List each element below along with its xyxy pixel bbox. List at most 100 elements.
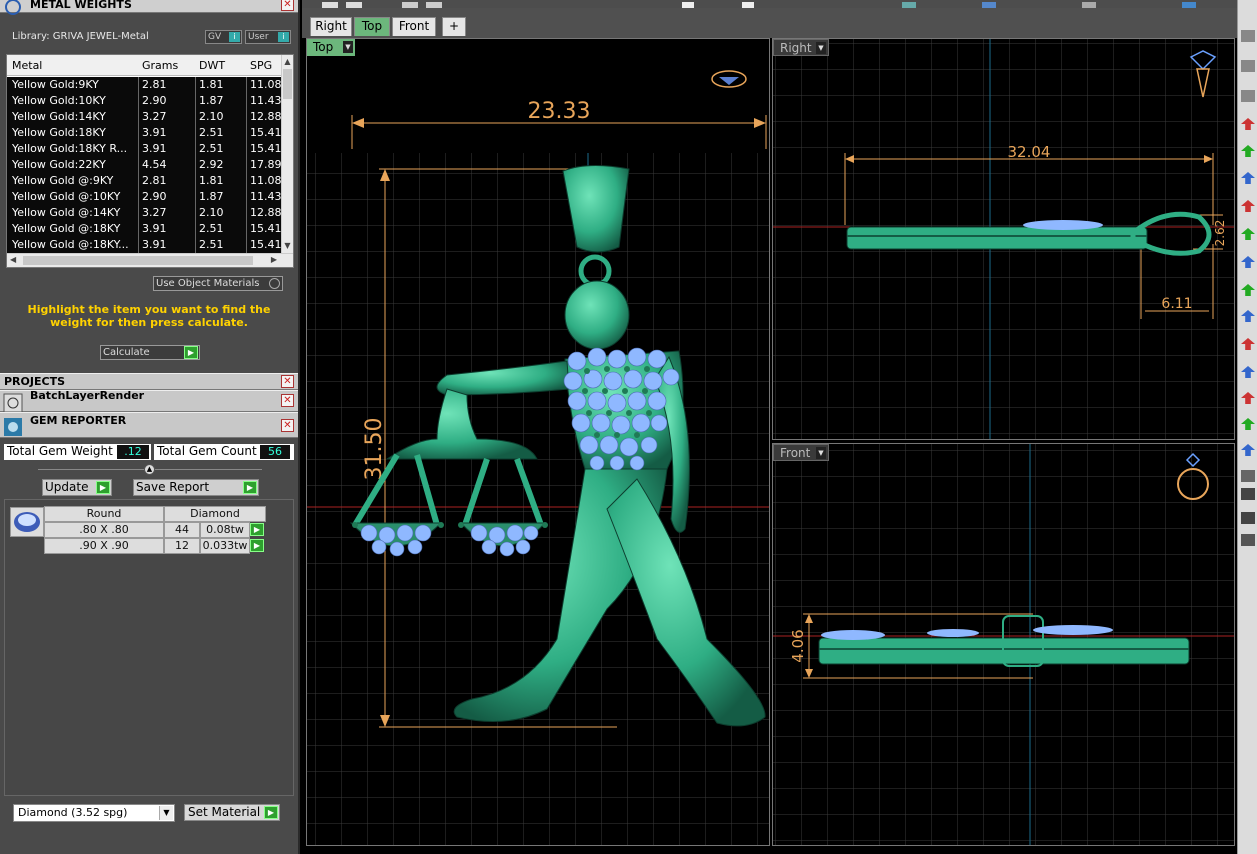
bulb-icon[interactable] bbox=[1241, 60, 1255, 72]
table-row[interactable]: Yellow Gold:14KY 3.27 2.10 12.88 bbox=[7, 109, 283, 125]
ring-icon bbox=[5, 0, 21, 15]
height-dimension-label: 31.50 bbox=[362, 418, 387, 481]
scroll-thumb[interactable] bbox=[283, 69, 292, 99]
green-arrow-icon[interactable] bbox=[1241, 418, 1255, 430]
info-icon: i bbox=[229, 32, 240, 42]
col-spg[interactable]: SPG bbox=[250, 59, 272, 72]
blue-arrow-icon[interactable] bbox=[1241, 172, 1255, 184]
green-arrow-icon[interactable] bbox=[1241, 145, 1255, 157]
vertical-scrollbar[interactable]: ▲ ▼ bbox=[281, 55, 293, 253]
tab-top[interactable]: Top bbox=[354, 17, 390, 36]
line-icon[interactable] bbox=[1241, 470, 1255, 482]
horizontal-scrollbar[interactable]: ◀ ▶ bbox=[7, 253, 293, 267]
pen-icon[interactable] bbox=[1241, 512, 1255, 524]
col-dwt[interactable]: DWT bbox=[199, 59, 225, 72]
select-gems-button[interactable]: ▶ bbox=[250, 523, 264, 536]
column-divider bbox=[195, 157, 196, 173]
column-divider bbox=[195, 109, 196, 125]
top-view-canvas[interactable]: 23.33 31.50 bbox=[307, 39, 770, 846]
render-icon bbox=[3, 393, 23, 413]
search-icon[interactable] bbox=[1241, 30, 1255, 42]
top-viewport[interactable]: 23.33 31.50 Top ▼ bbox=[306, 38, 770, 846]
grid bbox=[307, 153, 769, 845]
close-icon[interactable]: ✕ bbox=[281, 394, 294, 407]
table-row[interactable]: Yellow Gold @:18KY... 3.91 2.51 15.41 bbox=[7, 237, 283, 253]
column-divider bbox=[195, 173, 196, 189]
blue-arrow-icon[interactable] bbox=[1241, 310, 1255, 322]
tab-front[interactable]: Front bbox=[392, 17, 436, 36]
height-dimension-label: 4.06 bbox=[789, 629, 807, 662]
material-select[interactable]: Diamond (3.52 spg) ▼ bbox=[13, 804, 175, 822]
chevron-down-icon[interactable]: ▼ bbox=[816, 447, 826, 459]
table-row[interactable]: Yellow Gold @:9KY 2.81 1.81 11.08 bbox=[7, 173, 283, 189]
use-object-materials-checkbox[interactable]: Use Object Materials bbox=[153, 276, 283, 291]
main-toolbar bbox=[302, 0, 1237, 8]
select-gems-button[interactable]: ▶ bbox=[250, 539, 264, 552]
metal-table[interactable]: Metal Grams DWT SPG Yellow Gold:9KY 2.81 1… bbox=[6, 54, 294, 268]
set-material-button[interactable]: Set Material ▶ bbox=[184, 804, 280, 821]
wand-icon[interactable] bbox=[1241, 488, 1255, 500]
blue-arrow-icon[interactable] bbox=[1241, 256, 1255, 268]
chevron-down-icon: ▼ bbox=[159, 806, 173, 820]
close-icon[interactable]: ✕ bbox=[281, 375, 294, 388]
red-arrow-icon[interactable] bbox=[1241, 118, 1255, 130]
column-divider bbox=[246, 77, 247, 93]
thickness-dimension-label: 2.62 bbox=[1213, 220, 1227, 247]
projects-title-bar: PROJECTS ✕ bbox=[0, 373, 298, 390]
front-viewport[interactable]: 4.06 Front ▼ bbox=[772, 443, 1235, 846]
top-view-label[interactable]: Top ▼ bbox=[307, 39, 355, 56]
blue-arrow-icon[interactable] bbox=[1241, 366, 1255, 378]
tab-right[interactable]: Right bbox=[310, 17, 352, 36]
red-arrow-icon[interactable] bbox=[1241, 200, 1255, 212]
green-arrow-icon[interactable] bbox=[1241, 228, 1255, 240]
user-label: User bbox=[248, 32, 269, 42]
hand-icon[interactable] bbox=[1241, 534, 1255, 546]
table-row[interactable]: Yellow Gold:18KY 3.91 2.51 15.41 bbox=[7, 125, 283, 141]
gem-reporter-title: GEM REPORTER bbox=[30, 414, 127, 427]
scroll-left-icon[interactable]: ◀ bbox=[10, 255, 16, 264]
right-viewport[interactable]: 32.04 6.11 2.62 Right ▼ bbox=[772, 38, 1235, 440]
cell-grams: 3.91 bbox=[142, 126, 167, 139]
cell-grams: 3.27 bbox=[142, 206, 167, 219]
round-gem-thumbnail bbox=[10, 507, 44, 537]
material-select-value: Diamond (3.52 spg) bbox=[18, 806, 128, 819]
green-arrow-icon[interactable] bbox=[1241, 284, 1255, 296]
total-gem-count-value: 56 bbox=[260, 445, 290, 459]
column-divider bbox=[246, 157, 247, 173]
blue-arrow-icon[interactable] bbox=[1241, 444, 1255, 456]
right-view-label[interactable]: Right ▼ bbox=[773, 39, 829, 56]
scroll-down-icon[interactable]: ▼ bbox=[283, 241, 292, 251]
close-icon[interactable]: ✕ bbox=[281, 419, 294, 432]
cell-metal-name: Yellow Gold:18KY R... bbox=[12, 142, 128, 155]
sphere-icon[interactable] bbox=[1241, 90, 1255, 102]
table-row[interactable]: Yellow Gold:18KY R... 3.91 2.51 15.41 bbox=[7, 141, 283, 157]
scroll-right-icon[interactable]: ▶ bbox=[271, 255, 277, 264]
table-row[interactable]: Yellow Gold @:18KY 3.91 2.51 15.41 bbox=[7, 221, 283, 237]
update-button[interactable]: Update ▶ bbox=[42, 479, 112, 496]
scroll-up-icon[interactable]: ▲ bbox=[283, 57, 292, 67]
gv-toggle[interactable]: GV i bbox=[205, 30, 242, 44]
close-icon[interactable]: ✕ bbox=[281, 0, 294, 11]
table-row[interactable]: Yellow Gold:22KY 4.54 2.92 17.89 bbox=[7, 157, 283, 173]
hscroll-thumb[interactable] bbox=[23, 256, 253, 265]
red-arrow-icon[interactable] bbox=[1241, 392, 1255, 404]
chevron-down-icon[interactable]: ▼ bbox=[816, 42, 826, 54]
table-row[interactable]: Yellow Gold:10KY 2.90 1.87 11.43 bbox=[7, 93, 283, 109]
column-divider bbox=[138, 157, 139, 173]
user-toggle[interactable]: User i bbox=[245, 30, 291, 44]
cell-metal-name: Yellow Gold @:18KY bbox=[12, 222, 121, 235]
col-grams[interactable]: Grams bbox=[142, 59, 178, 72]
chevron-down-icon[interactable]: ▼ bbox=[343, 41, 353, 53]
cell-dwt: 2.92 bbox=[199, 158, 224, 171]
red-arrow-icon[interactable] bbox=[1241, 338, 1255, 350]
play-icon: ▶ bbox=[184, 346, 198, 359]
table-row[interactable]: Yellow Gold:9KY 2.81 1.81 11.08 bbox=[7, 77, 283, 93]
table-row[interactable]: Yellow Gold @:10KY 2.90 1.87 11.43 bbox=[7, 189, 283, 205]
save-report-button[interactable]: Save Report ▶ bbox=[133, 479, 259, 496]
collapse-icon[interactable]: ▲ bbox=[144, 464, 155, 475]
front-view-label[interactable]: Front ▼ bbox=[773, 444, 829, 461]
calculate-button[interactable]: Calculate ▶ bbox=[100, 345, 200, 360]
col-metal[interactable]: Metal bbox=[12, 59, 42, 72]
add-tab-button[interactable]: + bbox=[442, 17, 466, 36]
table-row[interactable]: Yellow Gold @:14KY 3.27 2.10 12.88 bbox=[7, 205, 283, 221]
